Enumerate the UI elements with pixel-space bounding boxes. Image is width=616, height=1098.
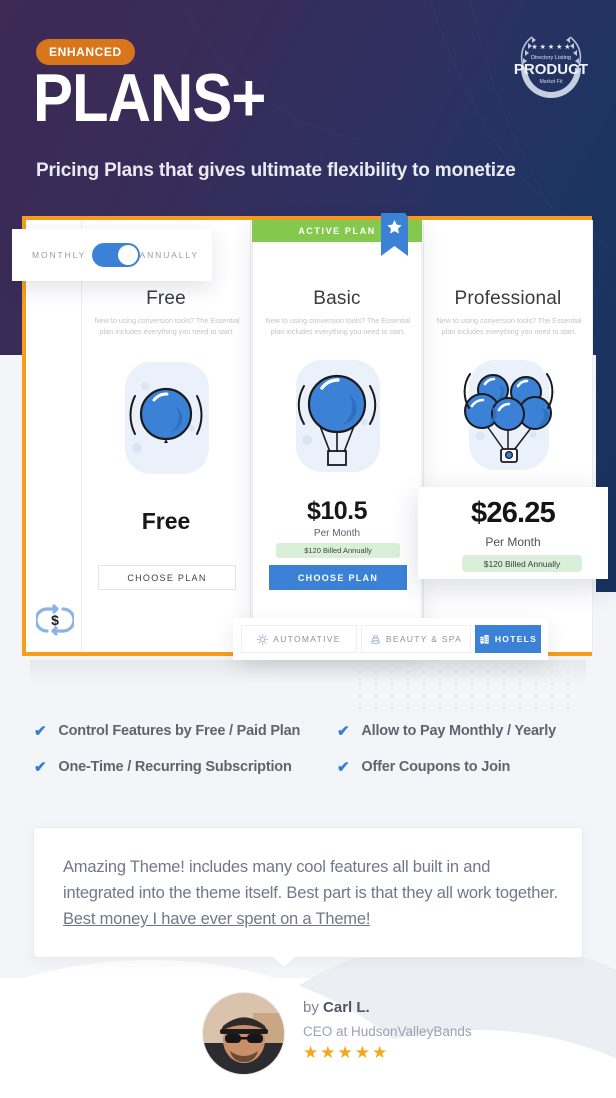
testimonial-text-highlight: Best money I have ever spent on a Theme! [63,910,371,929]
tab-label: HOTELS [494,634,538,644]
check-icon: ✔ [337,723,350,740]
toggle-label-annually[interactable]: ANNUALLY [140,250,199,260]
spa-stones-icon [370,634,380,644]
testimonial-author: by Carl L. [303,999,370,1016]
author-prefix: by [303,999,324,1016]
plan-period: Per Month [313,528,361,539]
plan-cards: Free New to using conversion tools? The … [26,213,593,652]
recurring-payment-icon: $ [36,604,74,636]
testimonial-author-role: CEO at HudsonValleyBands [303,1024,472,1039]
bookmark-star-icon [381,213,408,256]
check-icon: ✔ [34,759,47,776]
billing-period-toggle-card: MONTHLY ANNUALLY [12,229,212,281]
dot-grid-decoration [352,666,582,714]
feature-item: ✔ Offer Coupons to Join [337,758,510,776]
floating-billing-note: $120 Billed Annually [462,555,582,572]
plan-name: Free [146,288,186,309]
feature-item: ✔ One-Time / Recurring Subscription [34,758,292,776]
testimonial-text-main: Amazing Theme! includes many cool featur… [63,858,558,903]
plan-price: Free [141,508,191,534]
choose-plan-button-free[interactable]: CHOOSE PLAN [98,565,236,590]
floating-price-period: Per Month [485,535,541,549]
feature-label: Control Features by Free / Paid Plan [58,723,301,739]
category-tabs: AUTOMATIVE BEAUTY & SPA HOTELS [233,618,548,660]
tab-beauty-spa[interactable]: BEAUTY & SPA [361,625,471,653]
feature-label: Offer Coupons to Join [361,759,511,775]
tab-automative[interactable]: AUTOMATIVE [241,625,357,653]
gear-icon [257,633,269,645]
toggle-label-monthly[interactable]: MONTHLY [32,250,86,260]
award-line3: Market Fit [539,79,563,85]
check-icon: ✔ [34,723,47,740]
plan-name: Professional [454,288,562,309]
switch-knob [118,245,138,265]
plan-name: Basic [313,288,361,309]
plan-description: New to using conversion tools? The Essen… [436,316,582,336]
plan-description: New to using conversion tools? The Essen… [94,316,240,336]
billing-period-switch[interactable] [92,243,140,267]
plan-card-professional[interactable]: Professional New to using conversion too… [423,220,593,652]
single-balloon-icon [125,362,209,474]
dollar-symbol: $ [51,612,59,628]
floating-price-amount: $26.25 [471,497,556,529]
balloon-cluster-icon [463,360,554,470]
avatar [202,992,285,1075]
plan-card-basic[interactable]: Basic New to using conversion tools? The… [252,220,422,652]
award-badge: ★ ★ ★ ★ ★ Directory Listing PRODUCT Mark… [508,22,594,108]
award-stars: ★ ★ ★ ★ ★ [531,43,570,51]
check-icon: ✔ [337,759,350,776]
feature-label: One-Time / Recurring Subscription [58,759,292,775]
hot-air-balloon-icon [296,360,380,472]
choose-plan-button-basic[interactable]: CHOOSE PLAN [269,565,407,590]
pricing-promo-page: ENHANCED PLANS+ Pricing Plans that gives… [0,0,616,1098]
feature-label: Allow to Pay Monthly / Yearly [361,723,556,739]
floating-price-card: $26.25 Per Month $120 Billed Annually [418,487,608,579]
author-name: Carl L. [323,999,370,1016]
page-title: PLANS+ [33,60,266,136]
plan-description: New to using conversion tools? The Essen… [265,316,411,336]
feature-item: ✔ Allow to Pay Monthly / Yearly [337,722,556,740]
feature-item: ✔ Control Features by Free / Paid Plan [34,722,300,740]
hotel-building-icon [480,634,489,644]
testimonial-card: Amazing Theme! includes many cool featur… [33,827,583,958]
page-subtitle: Pricing Plans that gives ultimate flexib… [36,160,516,181]
plan-billing-note: $120 Billed Annually [276,543,400,558]
tab-hotels[interactable]: HOTELS [475,625,541,653]
testimonial-text: Amazing Theme! includes many cool featur… [63,854,563,932]
testimonial-rating-stars: ★★★★★ [303,1043,390,1062]
award-line2: PRODUCT [514,61,588,78]
tab-label: AUTOMATIVE [273,634,341,644]
testimonial-pointer [273,957,295,967]
plan-card-free[interactable]: Free New to using conversion tools? The … [81,220,251,652]
tab-label: BEAUTY & SPA [385,634,463,644]
plan-price: $10.5 [306,497,368,525]
